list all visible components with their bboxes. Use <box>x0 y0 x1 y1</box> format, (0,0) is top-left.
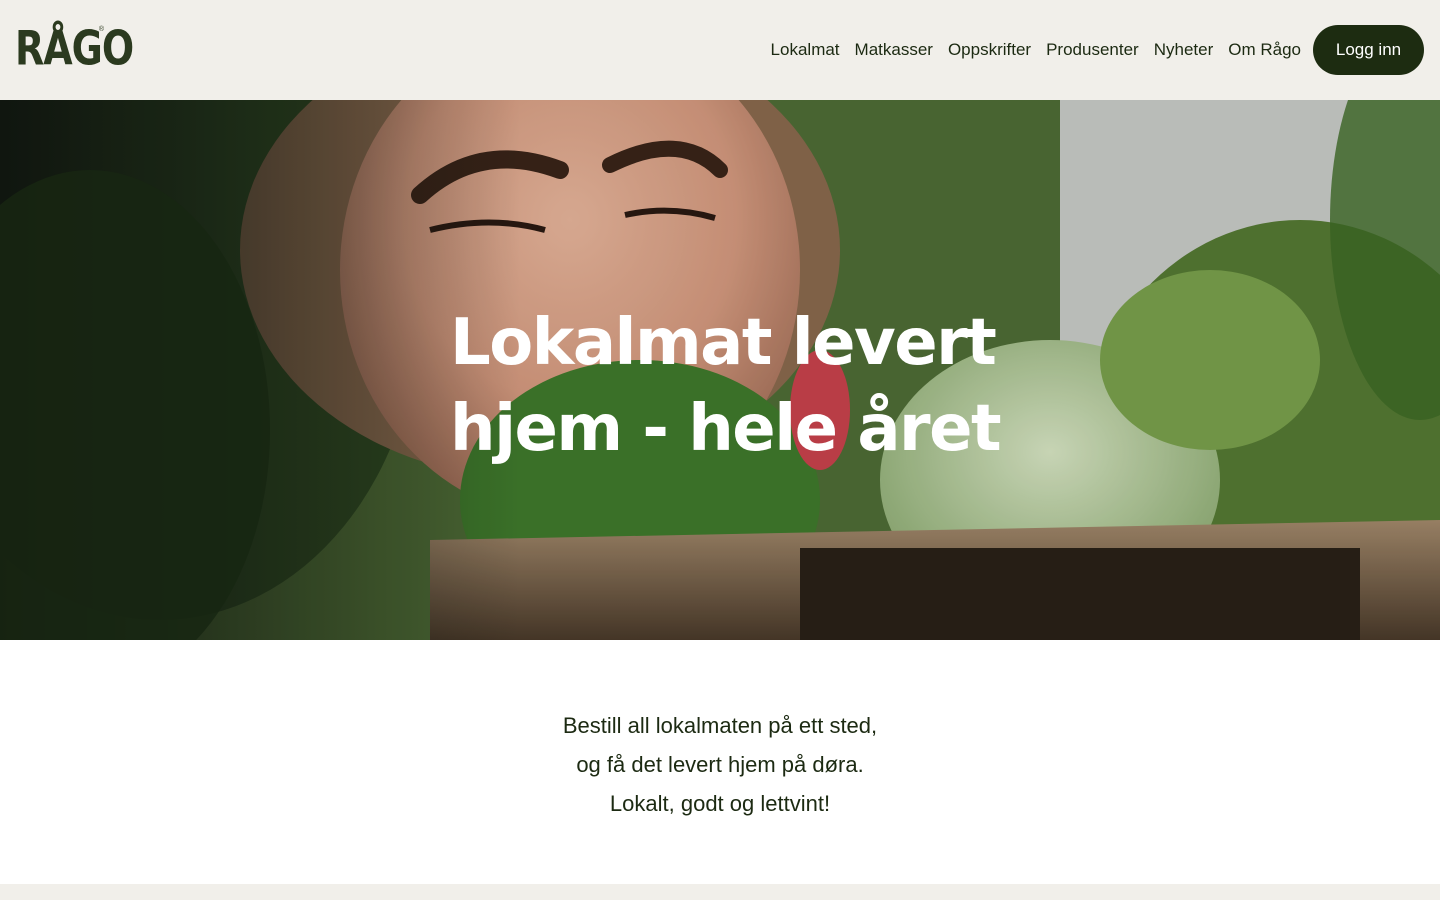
login-button[interactable]: Logg inn <box>1313 25 1424 75</box>
hero-banner: Lokalmat levert hjem - hele året <box>0 100 1440 640</box>
hero-headline-line2: hjem - hele året <box>450 392 1002 466</box>
nav-item-lokalmat[interactable]: Lokalmat <box>771 40 840 60</box>
nav-item-nyheter[interactable]: Nyheter <box>1154 40 1214 60</box>
logo-text: RÅGO <box>15 20 134 76</box>
rago-logo[interactable]: RÅGO ® <box>15 20 134 73</box>
registered-mark: ® <box>98 26 104 33</box>
nav-item-matkasser[interactable]: Matkasser <box>855 40 933 60</box>
hero-headline-line1: Lokalmat levert <box>450 306 997 380</box>
intro-line-3: Lokalt, godt og lettvint! <box>609 791 831 816</box>
nav-item-produsenter[interactable]: Produsenter <box>1046 40 1139 60</box>
hero-headline: Lokalmat levert hjem - hele året <box>450 300 1010 472</box>
intro-section: Bestill all lokalmaten på ett sted, og f… <box>0 640 1440 884</box>
intro-line-1: Bestill all lokalmaten på ett sted, <box>562 713 878 738</box>
next-section-strip <box>0 884 1440 900</box>
nav-item-oppskrifter[interactable]: Oppskrifter <box>948 40 1031 60</box>
main-nav: Lokalmat Matkasser Oppskrifter Produsent… <box>771 0 1301 100</box>
intro-line-2: og få det levert hjem på døra. <box>576 752 864 777</box>
site-header: RÅGO ® Lokalmat Matkasser Oppskrifter Pr… <box>0 0 1440 100</box>
intro-text: Bestill all lokalmaten på ett sted, og f… <box>0 706 1440 823</box>
nav-item-om-rago[interactable]: Om Rågo <box>1228 40 1301 60</box>
